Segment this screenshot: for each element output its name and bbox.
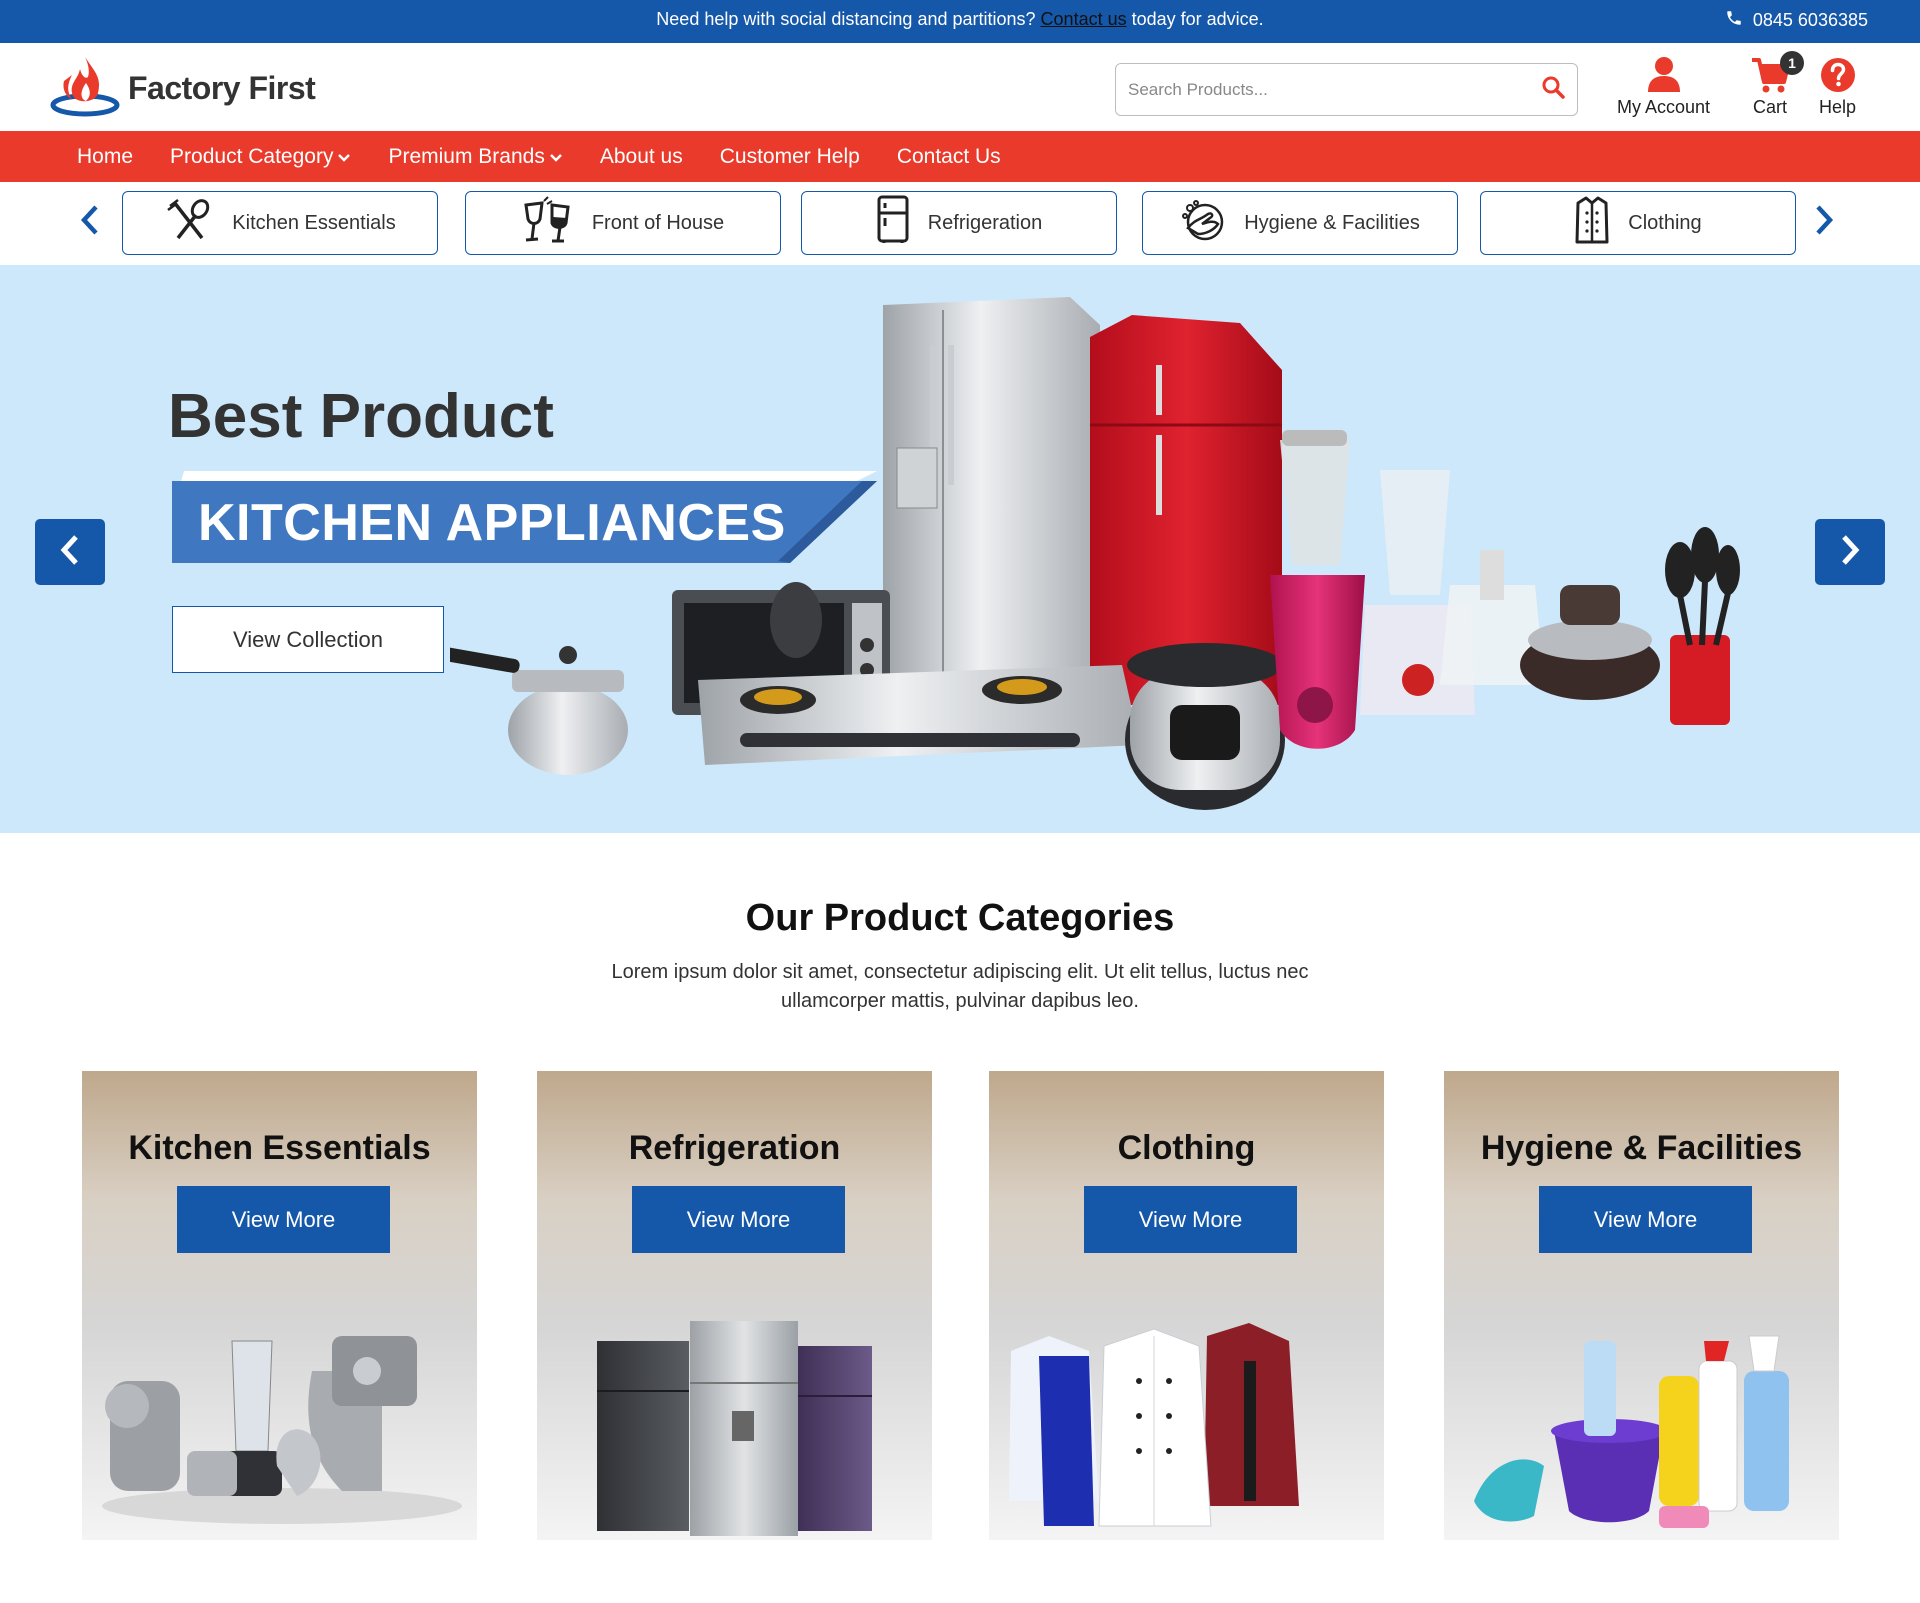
main-navigation: Home Product Category Premium Brands Abo…	[0, 131, 1920, 182]
hero-slider: Best Product KITCHEN APPLIANCES View Col…	[0, 265, 1920, 833]
card-title: Refrigeration	[628, 1129, 841, 1167]
announcement-message: Need help with social distancing and par…	[0, 9, 1920, 30]
category-prev-button[interactable]	[70, 202, 110, 242]
nav-item-contact-us[interactable]: Contact Us	[897, 145, 1001, 169]
kitchen-appliances-illustration	[102, 1336, 462, 1524]
nav-item-home[interactable]: Home	[77, 145, 133, 169]
card-title: Kitchen Essentials	[128, 1129, 431, 1167]
category-pill-kitchen-essentials[interactable]: Kitchen Essentials	[122, 191, 438, 255]
hero-ribbon-text: KITCHEN APPLIANCES	[198, 494, 786, 552]
contact-us-link[interactable]: Contact us	[1041, 9, 1127, 29]
search-input[interactable]	[1128, 79, 1541, 100]
category-pill-label: Front of House	[591, 211, 725, 234]
top-announcement-bar: Need help with social distancing and par…	[0, 0, 1920, 43]
help-button[interactable]: Help	[1819, 53, 1856, 118]
chef-clothing-illustration	[1009, 1323, 1299, 1527]
nav-item-premium-brands[interactable]: Premium Brands	[388, 145, 562, 169]
chevron-left-icon	[59, 533, 81, 572]
site-header: Factory First My Account 1 Cart Help	[0, 43, 1920, 131]
category-pill-label: Refrigeration	[927, 211, 1043, 234]
nav-item-about-us[interactable]: About us	[600, 145, 683, 169]
nav-label: Product Category	[170, 144, 334, 168]
phone-icon	[1725, 9, 1743, 32]
announcement-text: Need help with social distancing and par…	[656, 9, 1036, 29]
chef-jacket-icon	[1574, 195, 1610, 251]
nav-label: Home	[77, 144, 134, 168]
section-description: Lorem ipsum dolor sit amet, consectetur …	[611, 961, 1309, 1012]
category-pill-refrigeration[interactable]: Refrigeration	[801, 191, 1117, 255]
hero-title: Best Product	[168, 382, 554, 451]
category-card-refrigeration[interactable]: Refrigeration View More	[537, 1071, 932, 1540]
nav-item-customer-help[interactable]: Customer Help	[720, 145, 860, 169]
announcement-text-end: today for advice.	[1131, 9, 1264, 29]
category-pill-label: Kitchen Essentials	[232, 211, 396, 234]
flame-logo-icon	[50, 53, 120, 124]
nav-label: Customer Help	[719, 144, 860, 168]
view-more-button[interactable]: View More	[177, 1186, 390, 1253]
fridge-icon	[876, 195, 910, 251]
utensils-icon	[164, 198, 214, 248]
nav-item-product-category[interactable]: Product Category	[170, 145, 351, 169]
view-more-button[interactable]: View More	[1539, 1186, 1752, 1253]
help-label: Help	[1819, 97, 1857, 117]
category-carousel: Kitchen Essentials Front of House Refrig…	[0, 182, 1920, 264]
cart-label: Cart	[1752, 97, 1787, 117]
my-account-button[interactable]: My Account	[1617, 53, 1710, 118]
phone-number: 0845 6036385	[1752, 10, 1868, 30]
phone-contact[interactable]: 0845 6036385	[1725, 9, 1868, 32]
chevron-right-icon	[1839, 533, 1861, 572]
cart-icon: 1	[1750, 51, 1804, 97]
category-card-kitchen-essentials[interactable]: Kitchen Essentials View More	[82, 1071, 477, 1540]
category-pill-label: Hygiene & Facilities	[1244, 211, 1420, 234]
card-title: Clothing	[1117, 1129, 1256, 1167]
chevron-down-icon	[337, 145, 351, 169]
view-collection-button[interactable]: View Collection	[172, 606, 444, 673]
view-more-button[interactable]: View More	[1084, 1186, 1297, 1253]
nav-label: About us	[599, 144, 683, 168]
category-pill-clothing[interactable]: Clothing	[1480, 191, 1796, 255]
refrigerators-illustration	[597, 1321, 872, 1536]
category-card-clothing[interactable]: Clothing View More	[989, 1071, 1384, 1540]
category-pill-hygiene-facilities[interactable]: Hygiene & Facilities	[1142, 191, 1458, 255]
logo-text: Factory First	[128, 70, 316, 106]
chevron-down-icon	[549, 145, 563, 169]
nav-label: Premium Brands	[388, 144, 545, 168]
cart-button[interactable]: 1 Cart	[1750, 51, 1804, 118]
handwash-icon	[1180, 198, 1226, 248]
chevron-left-icon	[80, 204, 100, 241]
hero-next-button[interactable]	[1815, 519, 1885, 585]
category-next-button[interactable]	[1804, 202, 1844, 242]
site-logo[interactable]: Factory First	[50, 53, 316, 124]
section-title: Our Product Categories	[745, 897, 1175, 939]
category-card-hygiene-facilities[interactable]: Hygiene & Facilities View More	[1444, 1071, 1839, 1540]
search-icon[interactable]	[1541, 75, 1565, 104]
my-account-label: My Account	[1617, 97, 1711, 117]
nav-label: Contact Us	[896, 144, 1001, 168]
hero-prev-button[interactable]	[35, 519, 105, 585]
chevron-right-icon	[1814, 204, 1834, 241]
view-more-button[interactable]: View More	[632, 1186, 845, 1253]
category-pill-front-of-house[interactable]: Front of House	[465, 191, 781, 255]
user-icon	[1647, 53, 1681, 97]
cart-count-badge: 1	[1780, 51, 1804, 75]
search-bar	[1115, 63, 1578, 116]
wine-glasses-icon	[522, 195, 574, 251]
help-icon	[1820, 53, 1856, 97]
card-title: Hygiene & Facilities	[1480, 1129, 1803, 1167]
cleaning-supplies-illustration	[1474, 1335, 1789, 1528]
category-pill-label: Clothing	[1628, 211, 1702, 234]
